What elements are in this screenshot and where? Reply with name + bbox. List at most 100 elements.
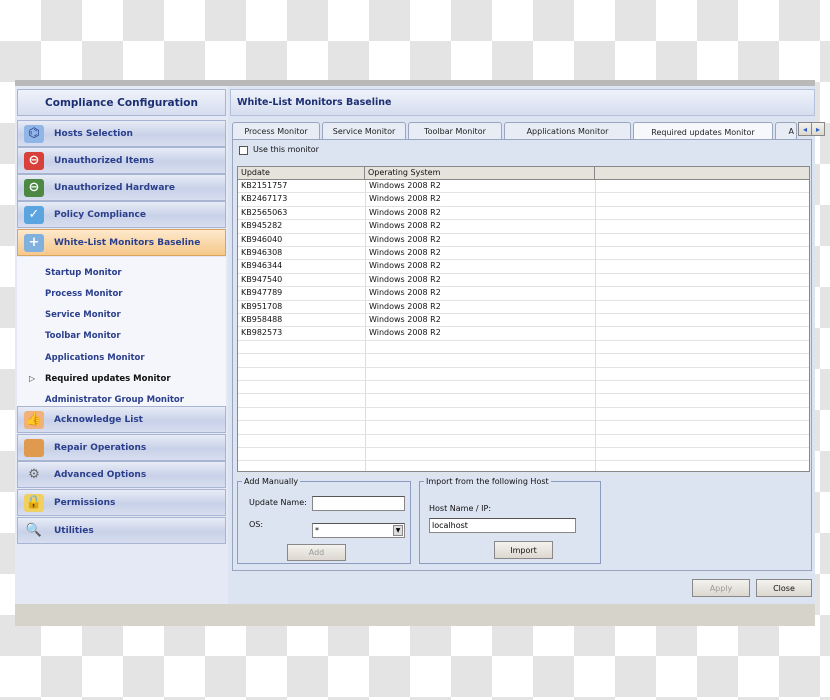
subitem-service-monitor[interactable]: Service Monitor xyxy=(45,310,121,320)
cell-os: Windows 2008 R2 xyxy=(369,301,441,311)
table-row[interactable] xyxy=(238,381,809,395)
table-row[interactable]: KB945282 Windows 2008 R2 xyxy=(238,220,809,234)
sidebar-item-utilities[interactable]: 🔍 Utilities xyxy=(17,517,226,544)
sidebar-item-label: Acknowledge List xyxy=(54,414,143,425)
subitem-toolbar-monitor[interactable]: Toolbar Monitor xyxy=(45,331,121,341)
cell-os: Windows 2008 R2 xyxy=(369,288,441,298)
table-row[interactable]: KB947540 Windows 2008 R2 xyxy=(238,274,809,288)
cell-update: KB946308 xyxy=(241,248,283,257)
os-select[interactable]: * ▼ xyxy=(312,523,405,538)
tab-service-monitor[interactable]: Service Monitor xyxy=(322,122,406,140)
sidebar-item-advanced-options[interactable]: ⚙ Advanced Options xyxy=(17,461,226,488)
subitem-required-updates-monitor[interactable]: Required updates Monitor xyxy=(45,374,171,384)
subitem-startup-monitor[interactable]: Startup Monitor xyxy=(45,268,122,278)
cell-update: KB958488 xyxy=(241,315,283,324)
column-header-os[interactable]: Operating System xyxy=(365,167,595,180)
table-row[interactable] xyxy=(238,341,809,355)
sidebar: Compliance Configuration ⌬ Hosts Selectio… xyxy=(15,86,228,604)
tab-process-monitor[interactable]: Process Monitor xyxy=(232,122,320,140)
import-legend: Import from the following Host xyxy=(426,477,549,486)
column-header-empty xyxy=(595,167,809,180)
cell-update: KB947540 xyxy=(241,274,283,284)
sidebar-item-hosts-selection[interactable]: ⌬ Hosts Selection xyxy=(17,120,226,147)
sidebar-item-label: Advanced Options xyxy=(54,469,147,480)
network-hosts-icon: ⌬ xyxy=(24,124,44,143)
sidebar-title: Compliance Configuration xyxy=(17,89,226,116)
tab-applications-monitor[interactable]: Applications Monitor xyxy=(504,122,631,140)
table-row[interactable]: KB946308 Windows 2008 R2 xyxy=(238,247,809,261)
gear-icon: ⚙ xyxy=(28,467,40,482)
sidebar-item-white-list-monitors[interactable]: + White-List Monitors Baseline xyxy=(17,229,226,256)
sidebar-item-label: Utilities xyxy=(54,525,94,536)
sidebar-item-unauthorized-items[interactable]: ⊖ Unauthorized Items xyxy=(17,147,226,174)
apply-button[interactable]: Apply xyxy=(692,579,750,597)
table-row[interactable]: KB947789 Windows 2008 R2 xyxy=(238,287,809,301)
import-button[interactable]: Import xyxy=(494,541,553,559)
main-panel: White-List Monitors Baseline Process Mon… xyxy=(230,86,825,604)
table-row[interactable]: KB951708 Windows 2008 R2 xyxy=(238,301,809,314)
table-row[interactable] xyxy=(238,448,809,462)
use-monitor-label: Use this monitor xyxy=(253,145,319,154)
page-title: White-List Monitors Baseline xyxy=(230,89,815,116)
subitem-process-monitor[interactable]: Process Monitor xyxy=(45,289,123,299)
table-row[interactable]: KB982573 Windows 2008 R2 xyxy=(238,327,809,341)
table-row[interactable] xyxy=(238,421,809,435)
cell-os: Windows 2008 R2 xyxy=(369,328,441,338)
subitem-applications-monitor[interactable]: Applications Monitor xyxy=(45,353,145,363)
table-row[interactable] xyxy=(238,368,809,381)
update-name-input[interactable] xyxy=(312,496,405,511)
table-row[interactable]: KB2565063 Windows 2008 R2 xyxy=(238,207,809,221)
table-row[interactable]: KB2467173 Windows 2008 R2 xyxy=(238,193,809,207)
cell-update: KB951708 xyxy=(241,301,283,311)
table-row[interactable]: KB946040 Windows 2008 R2 xyxy=(238,234,809,247)
compliance-window: Compliance Configuration ⌬ Hosts Selectio… xyxy=(15,80,825,626)
hardware-blocked-icon: ⊖ xyxy=(24,178,44,197)
sidebar-item-label: Repair Operations xyxy=(54,442,147,453)
tab-panel: Use this monitor Update Operating System… xyxy=(232,139,812,571)
cell-update: KB2151757 xyxy=(241,181,288,190)
add-button[interactable]: Add xyxy=(287,544,346,561)
use-monitor-checkbox[interactable] xyxy=(239,146,248,155)
cell-update: KB946040 xyxy=(241,234,283,244)
cell-os: Windows 2008 R2 xyxy=(369,274,441,284)
current-arrow-icon: ▷ xyxy=(29,374,36,383)
os-select-value: * xyxy=(315,526,319,535)
cell-update: KB982573 xyxy=(241,328,283,338)
tab-scroll-right-icon[interactable]: ▸ xyxy=(811,122,825,136)
cell-os: Windows 2008 R2 xyxy=(369,181,441,190)
table-row[interactable]: KB946344 Windows 2008 R2 xyxy=(238,260,809,274)
table-row[interactable]: KB958488 Windows 2008 R2 xyxy=(238,314,809,328)
sidebar-item-repair-operations[interactable]: Repair Operations xyxy=(17,434,226,461)
tab-toolbar-monitor[interactable]: Toolbar Monitor xyxy=(408,122,502,140)
table-row[interactable] xyxy=(238,408,809,422)
updates-table: Update Operating System KB2151757 Windows… xyxy=(237,166,810,475)
table-row[interactable] xyxy=(238,461,809,475)
update-name-label: Update Name: xyxy=(249,498,307,507)
sidebar-item-label: Permissions xyxy=(54,497,116,508)
subitem-administrator-group-monitor[interactable]: Administrator Group Monitor xyxy=(45,395,184,405)
sidebar-item-acknowledge-list[interactable]: 👍 Acknowledge List xyxy=(17,406,226,433)
tab-more[interactable]: A xyxy=(775,122,797,140)
table-row[interactable]: KB2151757 Windows 2008 R2 xyxy=(238,180,809,194)
sidebar-item-unauthorized-hardware[interactable]: ⊖ Unauthorized Hardware xyxy=(17,174,226,201)
cell-update: KB2565063 xyxy=(241,207,288,217)
cell-os: Windows 2008 R2 xyxy=(369,248,441,257)
lock-icon: 🔒 xyxy=(24,493,44,512)
chevron-down-icon[interactable]: ▼ xyxy=(393,525,403,536)
sidebar-item-policy-compliance[interactable]: ✓ Policy Compliance xyxy=(17,201,226,228)
close-button[interactable]: Close xyxy=(756,579,812,597)
column-header-update[interactable]: Update xyxy=(238,167,365,180)
cell-os: Windows 2008 R2 xyxy=(369,261,441,271)
table-row[interactable] xyxy=(238,394,809,408)
host-name-label: Host Name / IP: xyxy=(429,504,492,513)
sidebar-item-permissions[interactable]: 🔒 Permissions xyxy=(17,489,226,516)
tab-scroll-left-icon[interactable]: ◂ xyxy=(798,122,812,136)
table-row[interactable] xyxy=(238,435,809,448)
cell-update: KB946344 xyxy=(241,261,283,271)
sidebar-item-label: Hosts Selection xyxy=(54,128,133,139)
sidebar-item-label: Unauthorized Hardware xyxy=(54,182,175,193)
thumbs-up-icon: 👍 xyxy=(24,410,44,429)
host-name-input[interactable]: localhost xyxy=(429,518,576,533)
checklist-ok-icon: ✓ xyxy=(24,205,44,224)
table-row[interactable] xyxy=(238,354,809,368)
